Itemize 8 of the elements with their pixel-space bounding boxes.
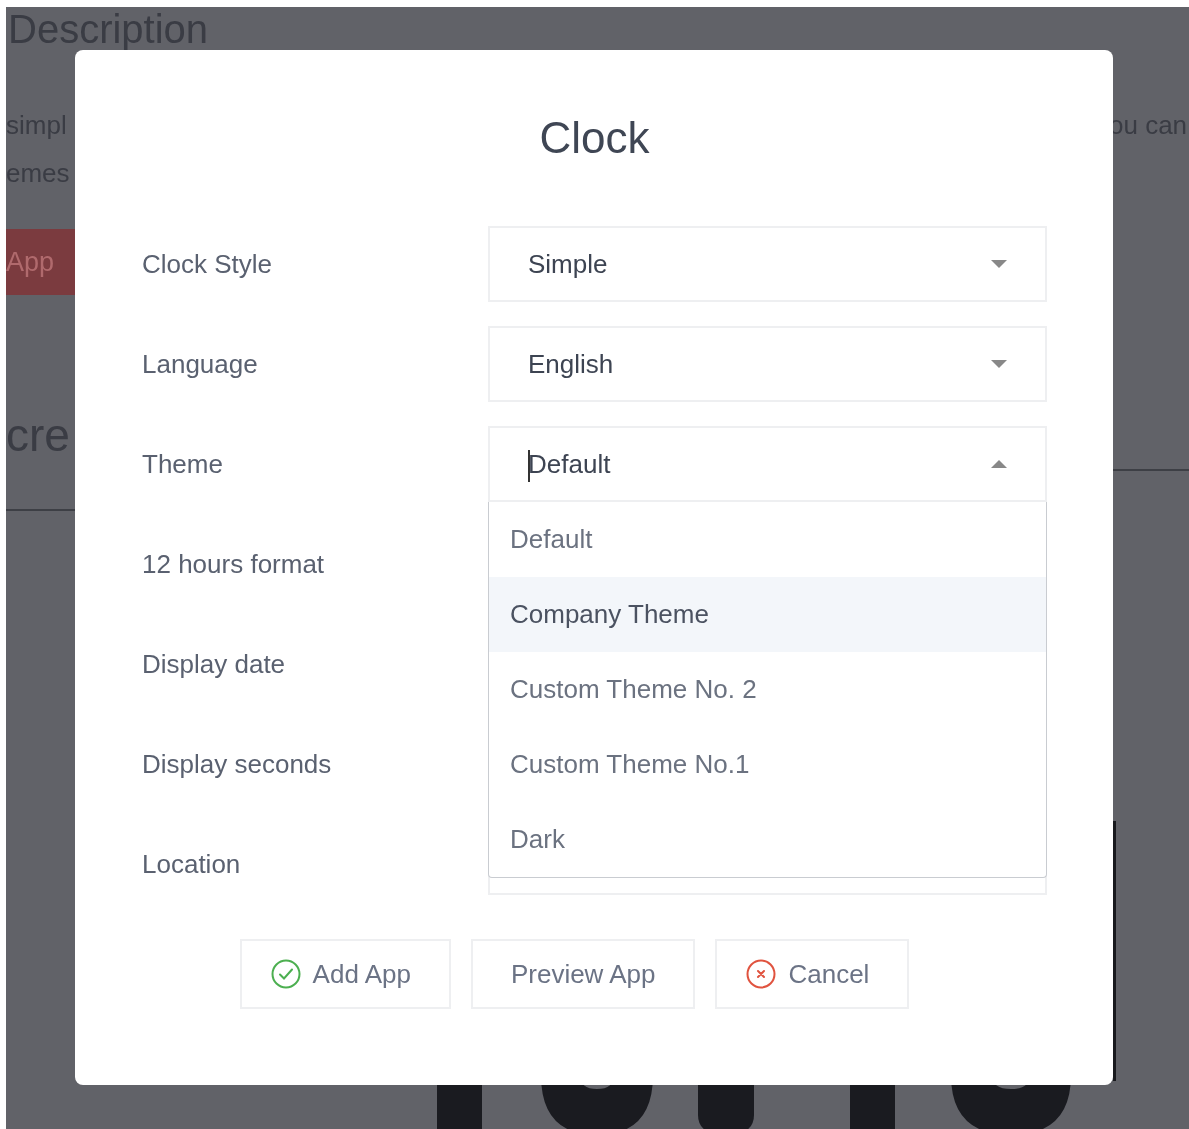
- dialog-title: Clock: [538, 112, 651, 164]
- field-label: Theme: [142, 448, 223, 479]
- field-label: Clock Style: [142, 248, 273, 279]
- field-label: Language: [142, 348, 258, 379]
- field-label: 12 hours format: [142, 548, 325, 579]
- field-label: Display seconds: [142, 748, 332, 779]
- field-label: Location: [142, 848, 241, 879]
- field-label: Display date: [142, 648, 286, 679]
